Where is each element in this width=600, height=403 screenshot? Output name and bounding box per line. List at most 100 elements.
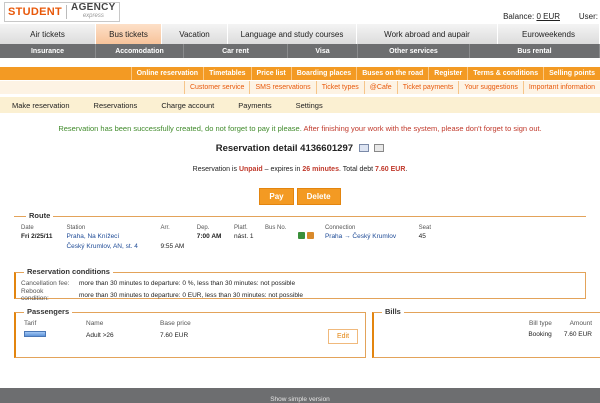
- route-connection[interactable]: Praha → Český Krumlov: [322, 231, 416, 242]
- table-row: Fri 2/25/11 Praha, Na Knížecí 7:00 AM ná…: [18, 231, 438, 242]
- service-visa[interactable]: Visa: [288, 44, 358, 58]
- passengers-legend: Passengers: [24, 307, 73, 316]
- logo-divider: [66, 5, 68, 19]
- debt-label: . Total debt: [338, 166, 374, 173]
- tab-bus-tickets[interactable]: Bus tickets: [96, 24, 162, 44]
- menu-terms[interactable]: Terms & conditions: [467, 67, 543, 80]
- route-arr: [158, 231, 194, 242]
- table-row: Booking 7.60 EUR: [520, 329, 596, 338]
- balance: Balance: 0 EUR: [503, 12, 560, 21]
- logo[interactable]: STUDENT AGENCY express: [4, 2, 120, 22]
- simple-version-link[interactable]: Show simple version: [270, 396, 330, 403]
- tab-language-courses[interactable]: Language and study courses: [228, 24, 357, 44]
- action-payments[interactable]: Payments: [238, 101, 271, 110]
- route-legend: Route: [26, 211, 54, 220]
- reservation-title: Reservation detail 4136601297: [0, 143, 600, 154]
- reservation-status: Reservation is Unpaid – expires in 26 mi…: [0, 166, 600, 173]
- table-row: Český Krumlov, AN, st. 4 9:55 AM: [18, 242, 438, 251]
- debt-value: 7.60 EUR: [375, 166, 406, 173]
- route-seat: 45: [418, 233, 426, 240]
- col-name: Name: [86, 320, 104, 327]
- cancellation-label: Cancellation fee:: [21, 280, 70, 287]
- link-suggestions[interactable]: Your suggestions: [458, 81, 522, 94]
- bill-type: Booking: [528, 331, 552, 338]
- service-bar: Insurance Accomodation Car rent Visa Oth…: [0, 44, 600, 58]
- passenger-name: Adult >26: [86, 331, 114, 339]
- passenger-price: 7.60 EUR: [160, 331, 189, 339]
- service-car-rent[interactable]: Car rent: [184, 44, 288, 58]
- action-charge-account[interactable]: Charge account: [161, 101, 214, 110]
- logo-agency: AGENCY: [71, 2, 116, 13]
- menu-online-reservation[interactable]: Online reservation: [130, 67, 203, 80]
- rebook-value: more than 30 minutes to departure: 0 EUR…: [79, 291, 304, 299]
- bus-icon: [307, 232, 315, 239]
- service-bus-rental[interactable]: Bus rental: [470, 44, 600, 58]
- table-row: Rebook condition: more than 30 minutes t…: [18, 288, 306, 302]
- link-sms-reservations[interactable]: SMS reservations: [249, 81, 315, 94]
- menu-buses-on-road[interactable]: Buses on the road: [356, 67, 428, 80]
- bills-table: Bill type Amount Booking 7.60 EUR: [520, 320, 596, 338]
- route-station-from[interactable]: Praha, Na Knížecí: [63, 231, 157, 242]
- menu-selling-points[interactable]: Selling points: [543, 67, 600, 80]
- delete-button[interactable]: Delete: [296, 188, 341, 205]
- table-row: Cancellation fee: more than 30 minutes t…: [18, 279, 306, 288]
- action-settings[interactable]: Settings: [296, 101, 323, 110]
- route-station-to[interactable]: Český Krumlov, AN, st. 4: [63, 242, 157, 251]
- action-reservations[interactable]: Reservations: [94, 101, 138, 110]
- action-make-reservation[interactable]: Make reservation: [12, 101, 70, 110]
- status-message: Reservation has been successfully create…: [0, 124, 600, 133]
- tab-vacation[interactable]: Vacation: [162, 24, 228, 44]
- route-date: Fri 2/25/11: [21, 233, 53, 240]
- menu-timetables[interactable]: Timetables: [203, 67, 250, 80]
- bills-header-row: Bill type Amount: [520, 320, 596, 329]
- footer: Show simple version: [0, 388, 600, 403]
- tab-air-tickets[interactable]: Air tickets: [0, 24, 96, 44]
- bill-amount: 7.60 EUR: [563, 331, 592, 338]
- bus-menu: Online reservation Timetables Price list…: [0, 67, 600, 80]
- link-customer-service[interactable]: Customer service: [183, 81, 249, 94]
- status-prefix: Reservation is: [192, 166, 237, 173]
- route-dep: 7:00 AM: [196, 233, 222, 240]
- wifi-icon: [298, 232, 306, 239]
- link-cafe[interactable]: @Cafe: [363, 81, 397, 94]
- email-icon[interactable]: [358, 144, 369, 153]
- col-amount: Amount: [569, 320, 592, 327]
- route-arr-2: 9:55 AM: [160, 243, 185, 250]
- route-table: Date Station Arr. Dep. Platf. Bus No. Co…: [18, 225, 438, 251]
- service-accomodation[interactable]: Accomodation: [96, 44, 184, 58]
- expires-prefix: – expires in: [264, 166, 301, 173]
- menu-price-list[interactable]: Price list: [250, 67, 291, 80]
- reservation-buttons: Pay Delete: [0, 188, 600, 205]
- route-icons: [295, 231, 322, 242]
- status-value: Unpaid: [238, 166, 263, 173]
- link-important-info[interactable]: Important information: [522, 81, 600, 94]
- service-insurance[interactable]: Insurance: [0, 44, 96, 58]
- table-row: Adult >26 7.60 EUR: [24, 329, 201, 339]
- logo-express: express: [82, 13, 104, 19]
- balance-label: Balance:: [503, 12, 535, 21]
- menu-register[interactable]: Register: [428, 67, 467, 80]
- col-tarif: Tarif: [24, 320, 37, 327]
- tab-euroweekends[interactable]: Euroweekends: [498, 24, 600, 44]
- edit-passenger-button[interactable]: Edit: [328, 329, 358, 344]
- conditions-table: Cancellation fee: more than 30 minutes t…: [18, 279, 306, 302]
- passengers-table: Tarif Name Base price Adult >26 7.60 EUR: [24, 320, 201, 339]
- link-ticket-types[interactable]: Ticket types: [315, 81, 364, 94]
- bills-legend: Bills: [382, 307, 404, 316]
- menu-boarding-places[interactable]: Boarding places: [290, 67, 356, 80]
- balance-value-link[interactable]: 0 EUR: [536, 12, 560, 21]
- link-ticket-payments[interactable]: Ticket payments: [396, 81, 459, 94]
- rebook-label: Rebook condition:: [21, 288, 49, 302]
- tariff-cell: [24, 329, 86, 339]
- debt-suffix: .: [405, 166, 408, 173]
- success-message: Reservation has been successfully create…: [58, 124, 302, 133]
- conditions-section: Reservation conditions Cancellation fee:…: [14, 267, 586, 302]
- service-other[interactable]: Other services: [358, 44, 470, 58]
- expires-value: 26 minutes: [302, 166, 339, 173]
- print-icon[interactable]: [374, 144, 385, 153]
- route-platform: nást. 1: [234, 233, 254, 240]
- tab-work-abroad[interactable]: Work abroad and aupair: [357, 24, 498, 44]
- cancellation-value: more than 30 minutes to departure: 0 %, …: [79, 280, 296, 287]
- logo-student: STUDENT: [8, 6, 63, 18]
- pay-button[interactable]: Pay: [259, 188, 294, 205]
